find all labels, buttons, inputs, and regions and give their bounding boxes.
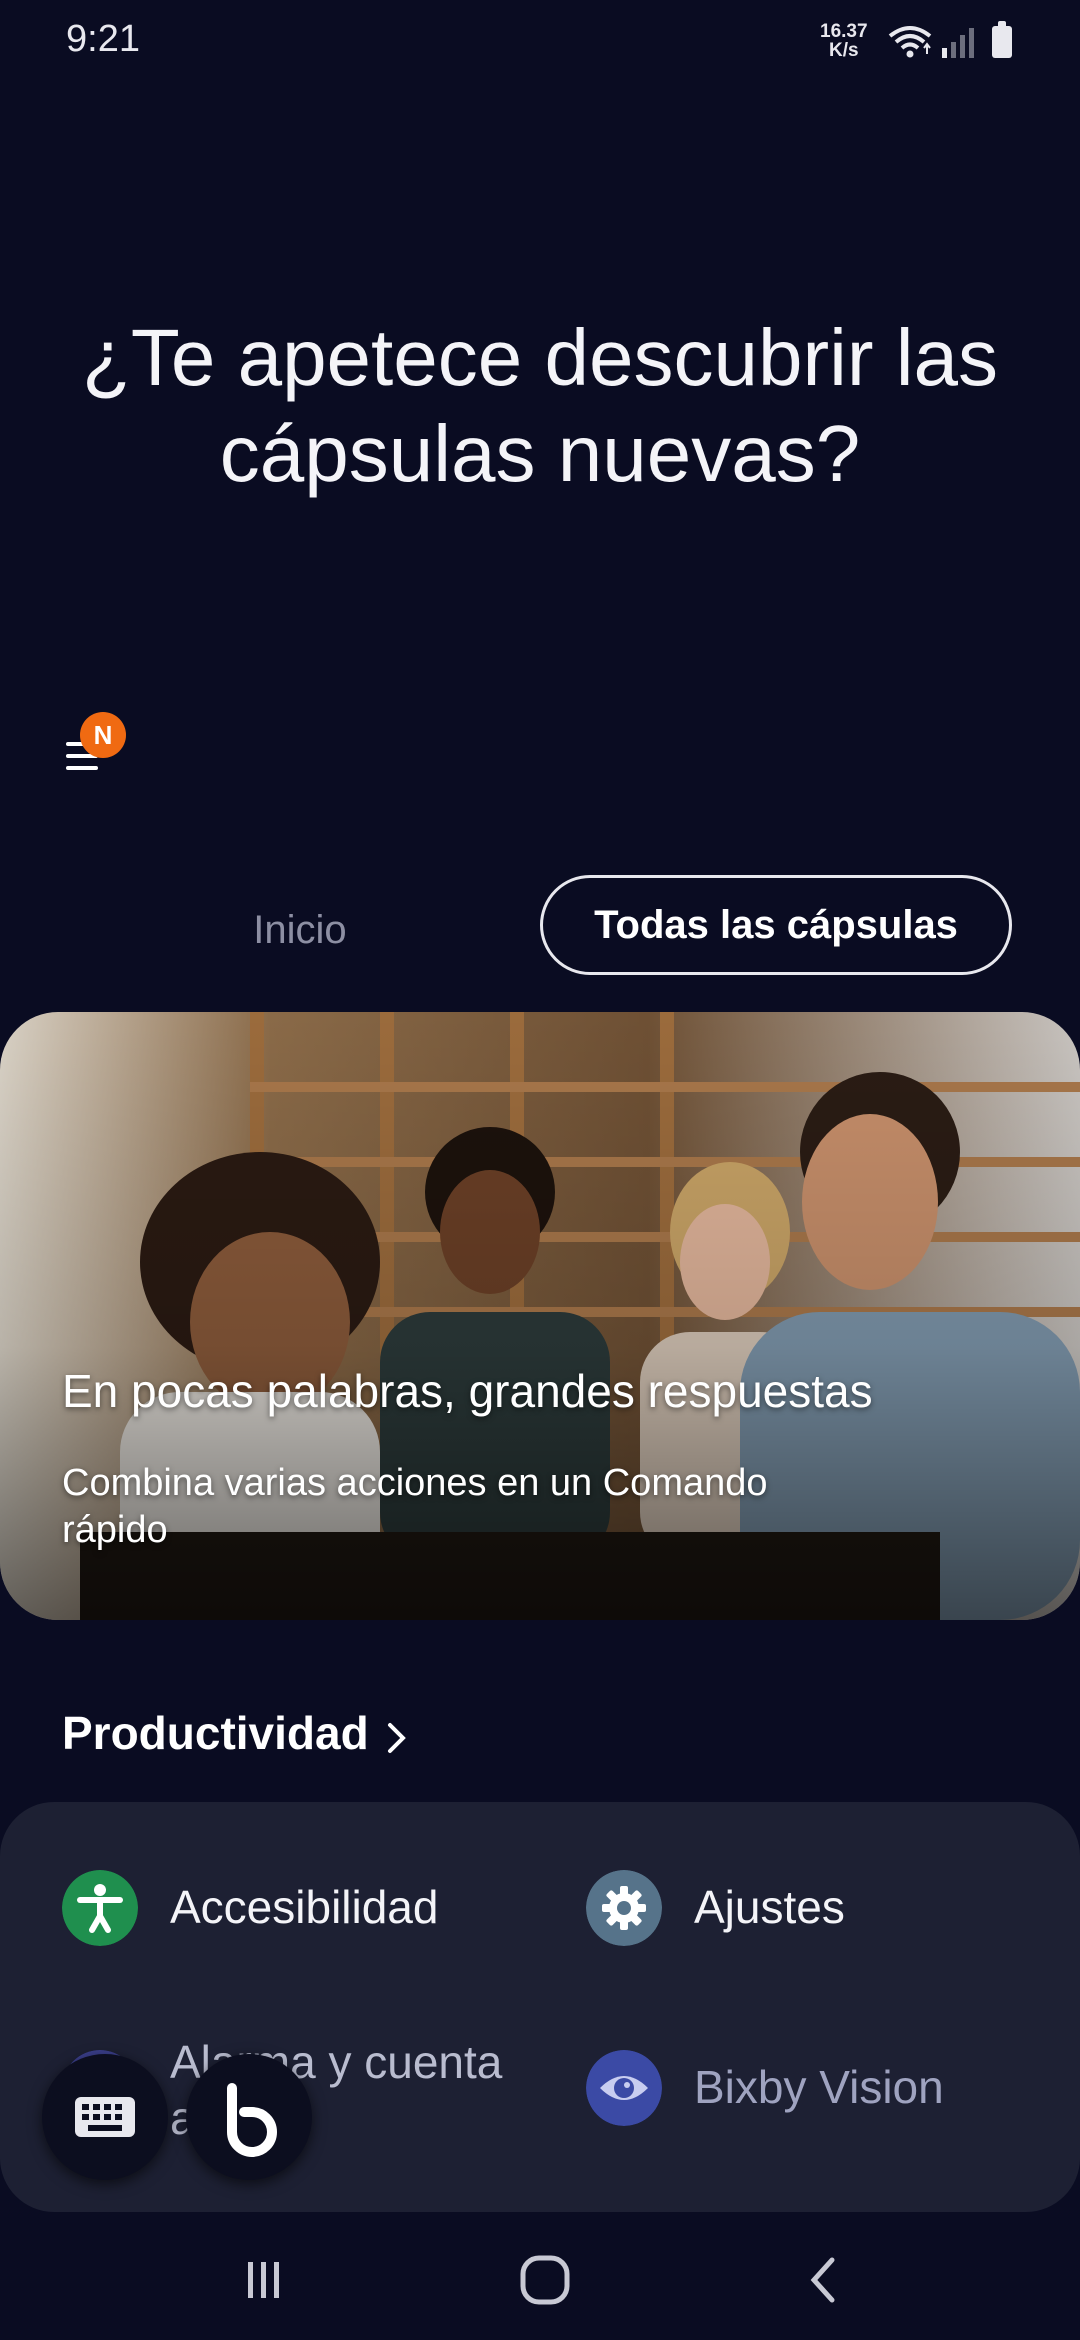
network-speed: 16.37 K/s [820, 22, 868, 60]
status-time: 9:21 [66, 18, 140, 60]
network-speed-unit: K/s [828, 40, 859, 61]
navigation-bar [0, 2220, 1080, 2340]
notification-badge: N [80, 712, 126, 758]
signal-icon [942, 28, 974, 58]
accessibility-icon [62, 1870, 138, 1946]
capsule-label: Ajustes [694, 1881, 845, 1933]
eye-icon [586, 2050, 662, 2126]
home-icon[interactable] [515, 2250, 575, 2310]
capsule-label: Bixby Vision [694, 2061, 944, 2113]
capsule-label: Accesibilidad [170, 1881, 439, 1933]
chevron-right-icon[interactable] [385, 1720, 409, 1756]
banner-subtitle: Combina varias acciones en un Comando rá… [62, 1462, 768, 1551]
settings-gear-icon [586, 1870, 662, 1946]
back-icon[interactable] [796, 2250, 856, 2310]
status-bar: 9:21 16.37 K/s [0, 0, 1080, 86]
bixby-icon [227, 2083, 277, 2157]
headline: ¿Te apetece descubrir las cápsulas nueva… [81, 313, 998, 498]
keyboard-icon [75, 2097, 135, 2137]
tab-todas-las-capsulas[interactable]: Todas las cápsulas [540, 875, 1012, 975]
wifi-icon [888, 26, 932, 58]
banner-title: En pocas palabras, grandes respuestas [62, 1365, 873, 1417]
recent-apps-icon[interactable] [234, 2250, 294, 2310]
section-title-productividad[interactable]: Productividad [62, 1706, 369, 1760]
bixby-voice-button[interactable] [186, 2054, 312, 2180]
tab-inicio[interactable]: Inicio [200, 890, 400, 970]
keyboard-button[interactable] [42, 2054, 168, 2180]
network-speed-value: 16.37 [820, 21, 868, 42]
battery-icon [992, 21, 1012, 58]
